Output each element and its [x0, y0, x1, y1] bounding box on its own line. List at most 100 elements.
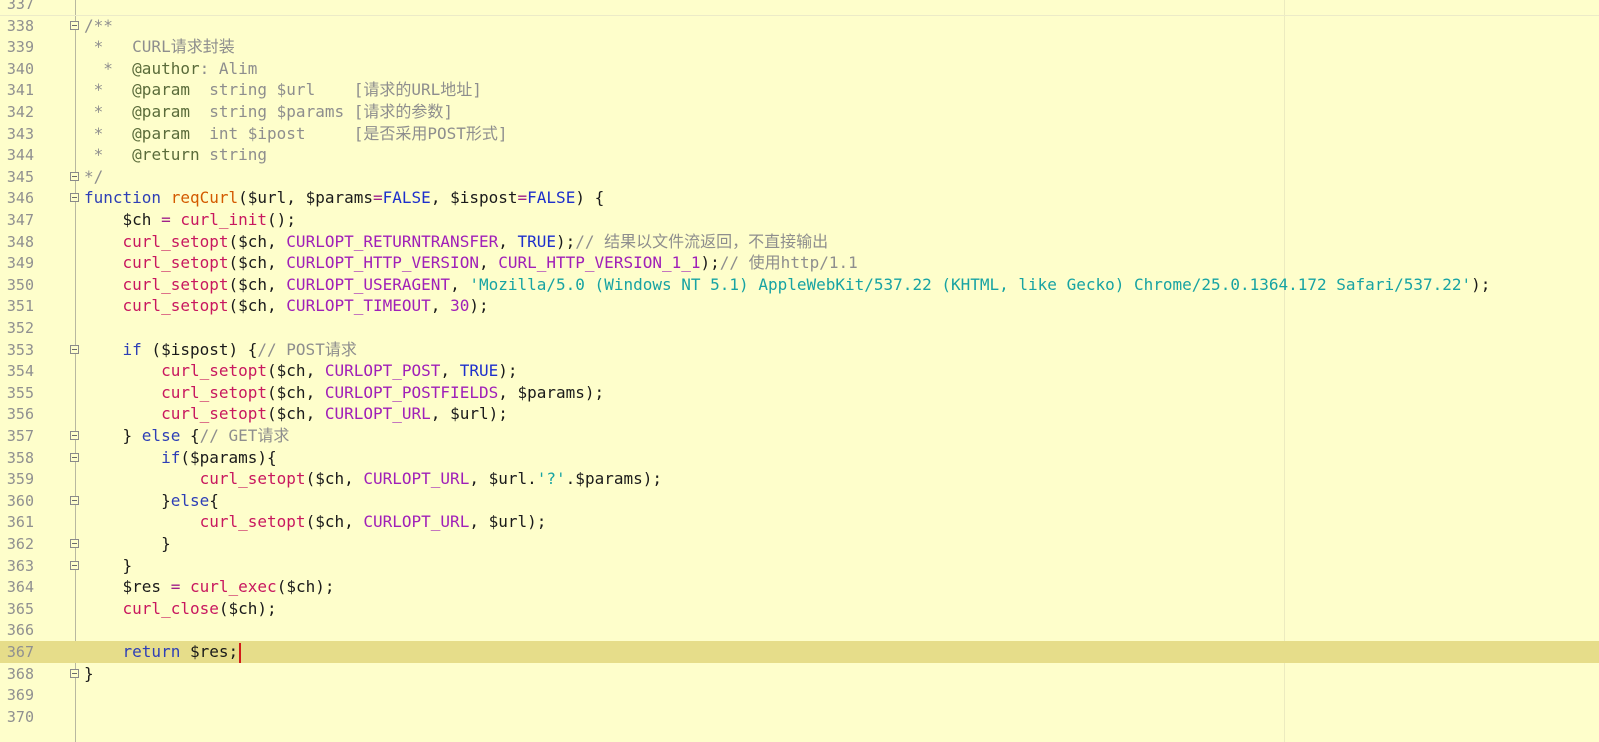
code-line[interactable]: 354 curl_setopt($ch, CURLOPT_POST, TRUE)…	[0, 360, 1599, 382]
code-token: '?'	[536, 469, 566, 489]
code-token: @param	[132, 102, 190, 121]
code-line[interactable]: 361 curl_setopt($ch, CURLOPT_URL, $url);	[0, 511, 1599, 533]
code-line[interactable]: 353 if ($ispost) {// POST请求	[0, 339, 1599, 361]
code-token: ($url, $params	[238, 188, 373, 208]
line-code: /**	[84, 15, 113, 37]
code-line[interactable]: 366	[0, 619, 1599, 641]
code-line[interactable]: 349 curl_setopt($ch, CURLOPT_HTTP_VERSIO…	[0, 252, 1599, 274]
code-line[interactable]: 346 function reqCurl($url, $params=FALSE,…	[0, 187, 1599, 209]
code-line[interactable]: 356 curl_setopt($ch, CURLOPT_URL, $url);	[0, 403, 1599, 425]
line-code: }	[84, 555, 133, 577]
code-line[interactable]: 363 }	[0, 555, 1599, 577]
fold-toggle-icon[interactable]	[70, 431, 79, 440]
code-line[interactable]: 359 curl_setopt($ch, CURLOPT_URL, $url.'…	[0, 468, 1599, 490]
code-line[interactable]: 347 $ch = curl_init();	[0, 209, 1599, 231]
fold-toggle-icon[interactable]	[70, 20, 79, 30]
code-token: ($ispost) {	[141, 339, 258, 359]
fold-toggle-icon[interactable]	[70, 539, 79, 548]
code-line[interactable]: 370	[0, 706, 1599, 728]
code-token: , $params);	[498, 382, 605, 402]
code-line[interactable]: 352	[0, 317, 1599, 339]
fold-toggle-icon[interactable]	[70, 560, 79, 570]
line-code: curl_setopt($ch, CURLOPT_RETURNTRANSFER,…	[84, 231, 829, 253]
line-number: 337	[6, 0, 34, 13]
current-line[interactable]: 367 return $res;	[0, 641, 1599, 663]
fold-toggle-icon[interactable]	[70, 171, 79, 181]
code-token: @return	[132, 145, 200, 165]
code-token: *	[84, 80, 133, 100]
line-number: 350	[6, 275, 34, 294]
line-code: curl_setopt($ch, CURLOPT_POST, TRUE);	[84, 360, 517, 382]
code-token: string	[199, 145, 268, 165]
code-line[interactable]: 337	[0, 0, 1599, 16]
code-token: , $url);	[469, 512, 547, 532]
line-number: 342	[6, 103, 34, 121]
code-token: if	[122, 339, 142, 359]
code-line[interactable]: 360 }else{	[0, 490, 1599, 512]
code-token: string $params [请求的参数]	[189, 102, 453, 121]
code-token: // GET请求	[199, 426, 290, 445]
code-token: curl_close	[122, 598, 219, 618]
line-number: 361	[6, 513, 34, 532]
code-token: }	[84, 490, 171, 510]
code-token: ($ch,	[228, 231, 287, 251]
code-line[interactable]: 338 /**	[0, 15, 1599, 37]
code-line[interactable]: 362 }	[0, 533, 1599, 555]
code-line[interactable]: 344 * @return string	[0, 144, 1599, 166]
code-token: if	[161, 447, 181, 467]
line-code: curl_setopt($ch, CURLOPT_POSTFIELDS, $pa…	[84, 382, 604, 404]
line-code: * @return string	[84, 144, 267, 166]
fold-toggle-icon[interactable]	[70, 193, 79, 203]
code-token: CURLOPT_TIMEOUT	[286, 296, 431, 316]
code-line[interactable]: 345 */	[0, 166, 1599, 188]
code-line[interactable]: 365 curl_close($ch);	[0, 598, 1599, 620]
code-line[interactable]: 343 * @param int $ipost [是否采用POST形式]	[0, 123, 1599, 145]
code-line[interactable]: 357 } else {// GET请求	[0, 425, 1599, 447]
line-code: }else{	[84, 490, 219, 512]
line-number: 363	[6, 556, 34, 575]
fold-toggle-icon[interactable]	[70, 344, 79, 354]
fold-toggle-icon[interactable]	[70, 668, 79, 678]
line-number: 366	[6, 621, 34, 640]
code-line[interactable]: 348 curl_setopt($ch, CURLOPT_RETURNTRANS…	[0, 231, 1599, 253]
code-token: ($ch,	[228, 253, 287, 273]
code-line[interactable]: 369	[0, 684, 1599, 706]
line-number: 349	[6, 254, 34, 273]
code-line[interactable]: 368}	[0, 663, 1599, 685]
code-token: @author	[132, 58, 200, 78]
code-line[interactable]: 340 * @author: Alim	[0, 58, 1599, 80]
code-token: ($ch,	[228, 274, 287, 294]
code-line[interactable]: 341 * @param string $url [请求的URL地址]	[0, 79, 1599, 101]
code-token: curl_setopt	[122, 274, 229, 294]
code-token: curl_setopt	[161, 382, 268, 402]
code-token: .$params);	[565, 469, 662, 489]
code-token: curl_setopt	[122, 231, 229, 251]
code-token: ,	[450, 274, 470, 294]
code-line[interactable]: 351 curl_setopt($ch, CURLOPT_TIMEOUT, 30…	[0, 295, 1599, 317]
code-line[interactable]: 339 * CURL请求封装	[0, 36, 1599, 58]
code-token: CURLOPT_HTTP_VERSION	[286, 253, 479, 273]
code-line[interactable]: 350 curl_setopt($ch, CURLOPT_USERAGENT, …	[0, 274, 1599, 296]
code-token: CURLOPT_URL	[363, 512, 470, 532]
code-token: ($ch);	[276, 577, 335, 597]
code-token: *	[84, 123, 133, 143]
code-token: curl_setopt	[122, 296, 229, 316]
line-number: 362	[6, 535, 34, 553]
code-token: {	[209, 490, 219, 510]
code-line[interactable]: 364 $res = curl_exec($ch);	[0, 576, 1599, 598]
code-line[interactable]: 342 * @param string $params [请求的参数]	[0, 101, 1599, 123]
line-code: * @param string $url [请求的URL地址]	[84, 79, 482, 101]
code-token: : Alim	[199, 58, 258, 78]
code-editor[interactable]: 337 338/** 339 * CURL请求封装 340 * @author: Al…	[0, 0, 1599, 742]
line-number: 355	[6, 383, 34, 402]
code-line[interactable]: 358 if($params){	[0, 447, 1599, 469]
code-token: function	[84, 188, 162, 208]
code-line[interactable]: 355 curl_setopt($ch, CURLOPT_POSTFIELDS,…	[0, 382, 1599, 404]
code-token: @param	[132, 123, 190, 143]
fold-toggle-icon[interactable]	[70, 452, 79, 462]
fold-toggle-icon[interactable]	[70, 495, 79, 505]
code-token: $ch	[84, 210, 162, 229]
